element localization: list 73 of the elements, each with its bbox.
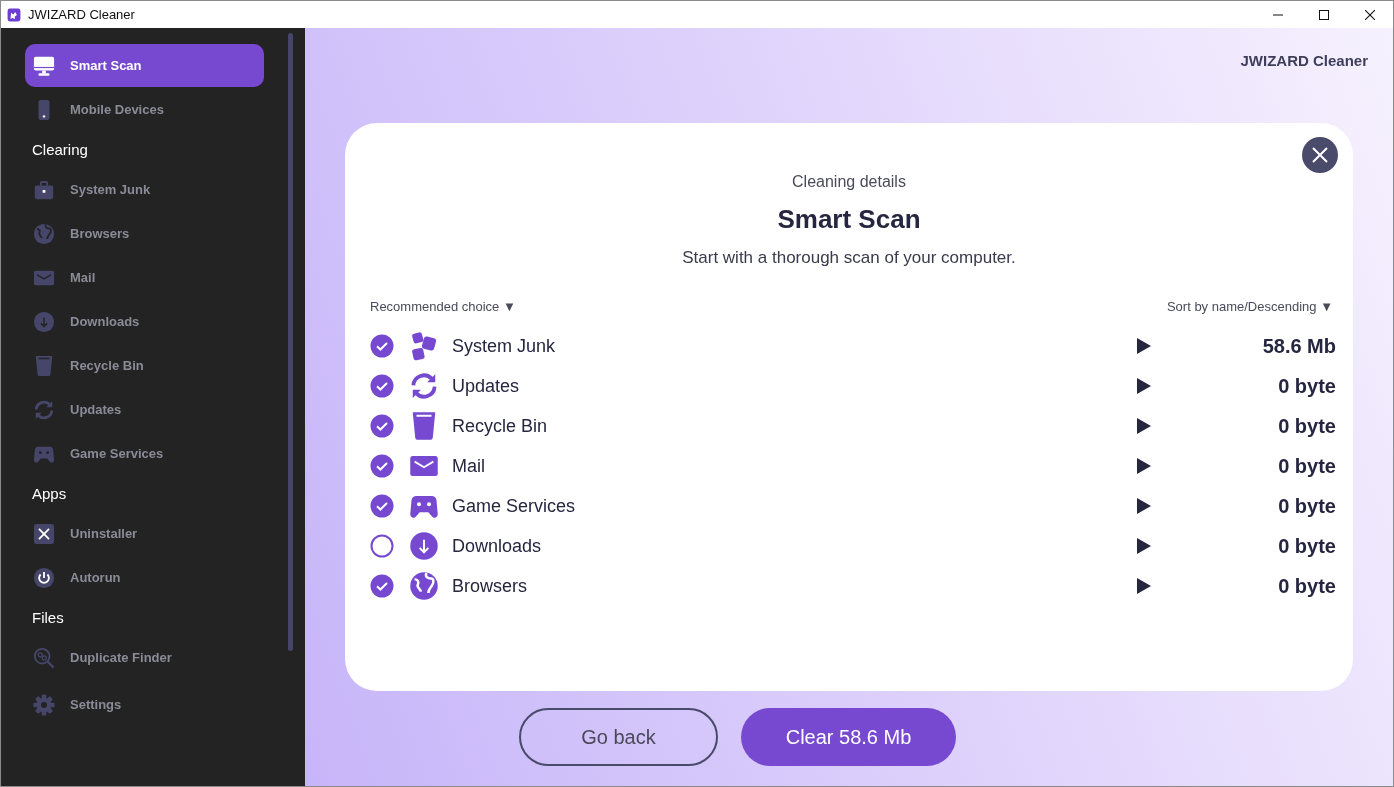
close-icon[interactable]: [1365, 9, 1375, 20]
right-triangle-icon[interactable]: [1137, 378, 1151, 394]
globe-icon: [409, 571, 439, 601]
sidebar-item[interactable]: Updates: [25, 388, 264, 431]
monitor-icon: [33, 54, 55, 77]
right-triangle-icon[interactable]: [1137, 578, 1151, 594]
sidebar-item[interactable]: Mail: [25, 256, 264, 299]
close-button[interactable]: [1302, 137, 1338, 173]
sidebar-item[interactable]: Duplicate Finder: [25, 636, 264, 679]
right-triangle-icon[interactable]: [1137, 338, 1151, 354]
dialog-description: Start with a thorough scan of your computer.: [681, 247, 1017, 269]
checkbox[interactable]: [370, 334, 394, 358]
item-size: 0 byte: [1277, 494, 1336, 519]
sidebar-item[interactable]: System Junk: [25, 168, 264, 211]
sidebar-item[interactable]: Mobile Devices: [25, 88, 264, 131]
sidebar-item[interactable]: Uninstaller: [25, 512, 264, 555]
scrollbar-thumb[interactable]: [288, 33, 293, 651]
checkbox[interactable]: [370, 574, 394, 598]
right-triangle-icon[interactable]: [1137, 418, 1151, 434]
refresh-icon: [33, 398, 55, 421]
item-size: 0 byte: [1277, 534, 1336, 559]
close-icon: [1312, 147, 1328, 163]
refresh-icon: [409, 371, 439, 401]
sidebar-item[interactable]: Browsers: [25, 212, 264, 255]
download-icon: [33, 310, 55, 333]
item-label: Downloads: [452, 534, 543, 558]
item-label: Updates: [452, 374, 521, 398]
clear-button[interactable]: Clear 58.6 Mb: [741, 708, 956, 766]
sidebar-item[interactable]: Autorun: [25, 556, 264, 599]
checkbox[interactable]: [370, 414, 394, 438]
section-heading: Apps: [32, 484, 68, 504]
briefcase-icon: [33, 178, 55, 201]
sidebar-item[interactable]: Recycle Bin: [25, 344, 264, 387]
checkbox[interactable]: [370, 534, 394, 558]
right-triangle-icon[interactable]: [1137, 458, 1151, 474]
cubes-icon: [409, 331, 439, 361]
window-title: JWIZARD Cleaner: [28, 5, 135, 24]
item-label: System Junk: [452, 334, 557, 358]
item-size: 0 byte: [1277, 574, 1336, 599]
sidebar-item[interactable]: Downloads: [25, 300, 264, 343]
globe-icon: [33, 222, 55, 245]
checkbox[interactable]: [370, 374, 394, 398]
item-size: 0 byte: [1277, 454, 1336, 479]
section-heading: Files: [32, 608, 65, 628]
item-size: 58.6 Mb: [1261, 334, 1336, 359]
maximize-icon[interactable]: [1319, 9, 1329, 20]
item-label: Recycle Bin: [452, 414, 549, 438]
app-logo-icon: [7, 7, 21, 22]
checkbox[interactable]: [370, 454, 394, 478]
x-square-icon: [33, 522, 55, 545]
item-label: Mail: [452, 454, 486, 478]
gear-icon: [33, 693, 55, 716]
dialog-title: Smart Scan: [776, 203, 922, 235]
right-triangle-icon[interactable]: [1137, 498, 1151, 514]
item-size: 0 byte: [1277, 414, 1336, 439]
section-heading: Clearing: [32, 140, 89, 160]
power-icon: [33, 566, 55, 589]
sidebar-item[interactable]: Smart Scan: [25, 44, 264, 87]
sidebar-item[interactable]: Game Services: [25, 432, 264, 475]
download-icon: [409, 531, 439, 561]
brand-title: JWIZARD Cleaner: [1240, 52, 1368, 70]
dialog-subtitle: Cleaning details: [791, 172, 907, 192]
checkbox[interactable]: [370, 494, 394, 518]
sort-dropdown[interactable]: Sort by name/Descending ▼: [1166, 298, 1333, 316]
trash-icon: [33, 354, 55, 377]
magnifier-icon: [33, 646, 55, 669]
item-size: 0 byte: [1277, 374, 1336, 399]
go-back-button[interactable]: Go back: [519, 708, 718, 766]
item-label: Game Services: [452, 494, 577, 518]
sidebar-item[interactable]: Settings: [25, 683, 264, 726]
filter-dropdown[interactable]: Recommended choice ▼: [370, 298, 516, 316]
right-triangle-icon[interactable]: [1137, 538, 1151, 554]
item-label: Browsers: [452, 574, 528, 598]
